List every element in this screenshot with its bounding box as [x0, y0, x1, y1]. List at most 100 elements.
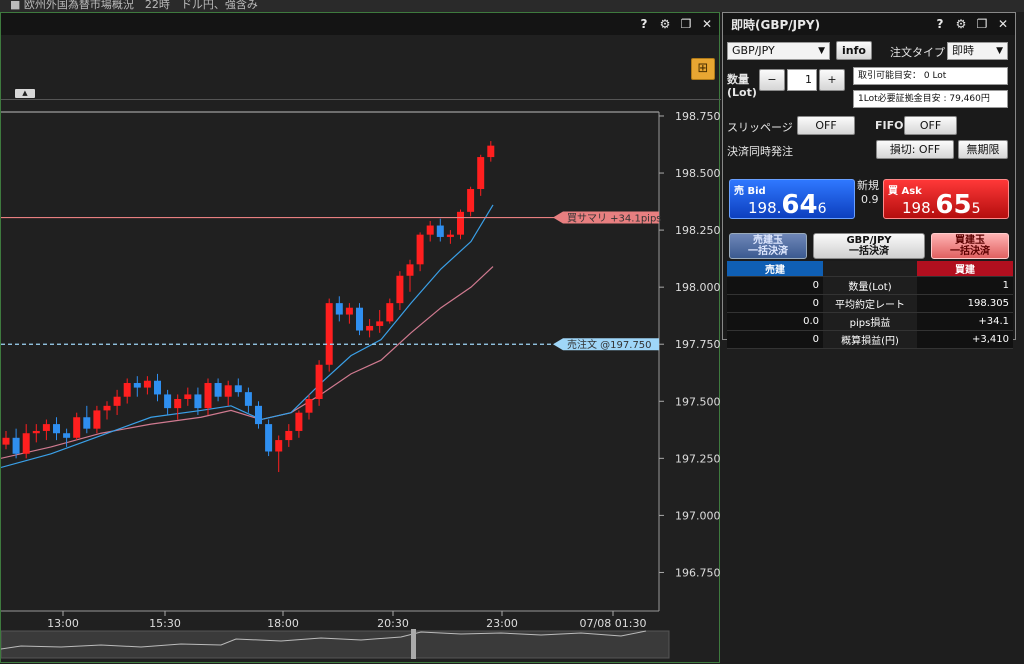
candle-body — [406, 264, 414, 276]
candle-body — [255, 405, 262, 425]
y-tick-label: 198.500 — [675, 167, 721, 180]
sell-cell: 0 — [727, 294, 823, 313]
sell-cell: 0.0 — [727, 312, 823, 331]
order-type-value: 即時 — [952, 44, 974, 57]
navigator-handle — [411, 629, 416, 659]
x-tick-label: 23:00 — [486, 617, 518, 630]
candle-body — [154, 380, 161, 395]
candle-body — [285, 430, 293, 441]
candle-body — [133, 383, 141, 388]
buy-cell: +3,410 — [917, 330, 1013, 349]
table-row: 0 数量(Lot) 1 — [727, 276, 1013, 295]
candle-body — [315, 364, 323, 399]
candle-body — [265, 424, 273, 452]
order-type-label: 注文タイプ — [890, 46, 945, 59]
pair-value: GBP/JPY — [732, 44, 775, 57]
spread-value: 0.9 — [861, 193, 879, 206]
news-ticker[interactable]: ■ 欧州外国為替市場概況 22時 ドル円、強含み — [0, 0, 1024, 12]
news-ticker-text: ■ 欧州外国為替市場概況 22時 ドル円、強含み — [10, 0, 258, 11]
x-tick-label: 20:30 — [377, 617, 409, 630]
buy-header: 買建 — [917, 261, 1013, 277]
close-icon[interactable]: ✕ — [997, 17, 1009, 31]
ask-button[interactable]: 買 Ask 198.655 — [883, 179, 1009, 220]
x-tick-label: 13:00 — [47, 617, 79, 630]
close-all-sell-line2: 一括決済 — [748, 246, 788, 257]
x-tick-label: 15:30 — [149, 617, 181, 630]
table-header-blank — [823, 261, 917, 277]
pane-divider[interactable] — [1, 99, 721, 100]
bid-price-fraction: 6 — [817, 201, 827, 217]
order-label: 売注文 @197.750 — [567, 338, 652, 351]
price-chart[interactable]: 198.750 198.500 198.250 198.000 197.750 197.5… — [1, 13, 721, 664]
pair-select[interactable]: GBP/JPY ▼ — [727, 42, 830, 60]
trade-title: 即時(GBP/JPY) — [731, 17, 821, 32]
fifo-toggle[interactable]: OFF — [904, 116, 957, 135]
position-label: 買サマリ +34.1pips — [567, 213, 662, 225]
bid-price-pips: 64 — [781, 190, 818, 220]
bid-button[interactable]: 売 Bid 198.646 — [729, 179, 855, 220]
candle-body — [123, 383, 131, 397]
y-tick-label: 197.250 — [675, 452, 721, 465]
tradable-lots: 取引可能目安： 0 Lot — [853, 67, 1008, 85]
y-tick-label: 196.750 — [675, 566, 721, 579]
candle-body — [42, 424, 50, 431]
close-all-buy-line2: 一括決済 — [950, 246, 990, 257]
candle-body — [204, 383, 212, 409]
close-all-pair-line1: GBP/JPY — [846, 235, 892, 246]
candle-body — [436, 225, 444, 237]
candle-body — [214, 383, 222, 397]
candle-body — [366, 325, 374, 331]
chart-window[interactable]: ? ⚙ ❐ ✕ 198.750 198.500 198.250 198.000 197.… — [0, 12, 721, 664]
candle-body — [224, 385, 232, 397]
row-label: 平均約定レート — [823, 294, 917, 313]
expiry-button[interactable]: 無期限 — [958, 140, 1008, 159]
candle-body — [345, 307, 353, 315]
ask-price-fraction: 5 — [971, 201, 981, 217]
candle-body — [477, 157, 485, 190]
trade-titlebar: 即時(GBP/JPY) ? ⚙ ❐ ✕ — [723, 13, 1015, 35]
candle-body — [335, 303, 343, 315]
gear-icon[interactable]: ⚙ — [955, 17, 967, 31]
candle-body — [426, 225, 434, 235]
candle-body — [22, 433, 30, 454]
candle-body — [275, 440, 283, 452]
candle-body — [396, 275, 404, 304]
row-label: 概算損益(円) — [823, 330, 917, 349]
close-all-buy-button[interactable]: 買建玉 一括決済 — [931, 233, 1009, 259]
qty-plus-button[interactable]: + — [819, 69, 845, 91]
candle-body — [2, 437, 10, 445]
qty-input[interactable]: 1 — [787, 69, 817, 91]
tile-icon[interactable]: ⊞ — [691, 58, 715, 80]
candle-body — [325, 303, 333, 365]
qty-minus-button[interactable]: − — [759, 69, 785, 91]
y-tick-label: 197.750 — [675, 338, 721, 351]
candle-body — [73, 417, 81, 438]
sell-cell: 0 — [727, 330, 823, 349]
sell-header: 売建 — [727, 261, 823, 277]
slippage-toggle[interactable]: OFF — [797, 116, 855, 135]
candle-body — [457, 211, 464, 235]
stoploss-button[interactable]: 損切: OFF — [876, 140, 954, 159]
candle-body — [194, 394, 202, 409]
candle-body — [174, 398, 182, 409]
close-all-pair-button[interactable]: GBP/JPY 一括決済 — [813, 233, 925, 259]
order-type-select[interactable]: 即時 ▼ — [947, 42, 1008, 60]
candle-body — [416, 234, 424, 265]
pane-toggle-button[interactable]: ▲ — [15, 89, 35, 98]
restore-icon[interactable]: ❐ — [976, 17, 988, 31]
close-all-sell-line1: 売建玉 — [753, 235, 783, 246]
candle-body — [93, 410, 101, 429]
y-tick-label: 197.500 — [675, 395, 721, 408]
spread-label: 新規 — [857, 179, 879, 192]
candle-body — [184, 394, 192, 399]
candle-body — [376, 321, 384, 326]
bid-price-prefix: 198. — [748, 199, 782, 217]
help-icon[interactable]: ? — [934, 17, 946, 31]
candle-body — [356, 307, 363, 331]
candle-body — [83, 417, 91, 429]
buy-cell: 198.305 — [917, 294, 1013, 313]
bid-price: 198.646 — [748, 190, 827, 220]
table-row: 0 概算損益(円) +3,410 — [727, 330, 1013, 349]
info-button[interactable]: info — [836, 41, 872, 60]
close-all-sell-button[interactable]: 売建玉 一括決済 — [729, 233, 807, 259]
